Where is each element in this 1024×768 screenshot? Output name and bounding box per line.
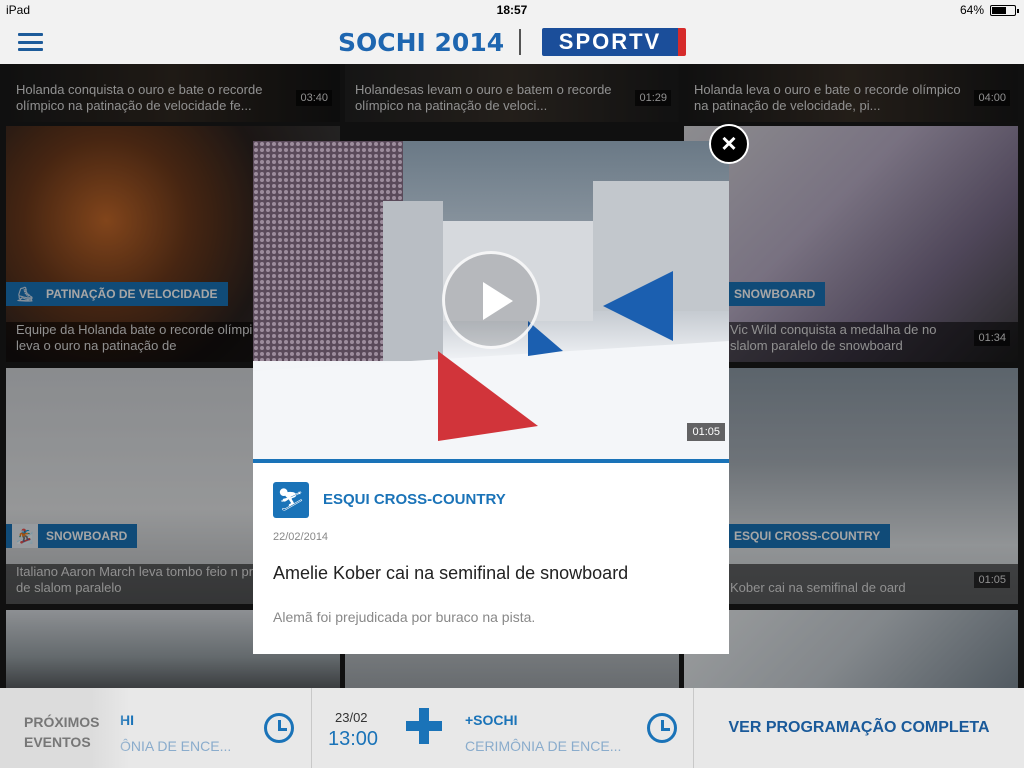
app-header: SOCHI 2014 SPORTV [0, 20, 1024, 64]
event-subtitle: CERIMÔNIA DE ENCE... [465, 738, 622, 754]
event-title[interactable]: +SOCHI [465, 712, 518, 728]
clock-icon[interactable] [647, 713, 677, 743]
proximos-text: PRÓXIMOS EVENTOS [24, 714, 100, 750]
close-button[interactable]: × [709, 124, 749, 164]
event-time: 13:00 [328, 728, 379, 750]
video-modal: 01:05 ⛷ ESQUI CROSS-COUNTRY 22/02/2014 A… [253, 141, 729, 654]
clock-icon[interactable] [264, 713, 294, 743]
event-date: 23/02 [335, 710, 368, 725]
video-divider [253, 459, 729, 463]
sochi-logo: SOCHI 2014 [338, 28, 505, 57]
divider [311, 688, 312, 768]
play-button[interactable] [442, 251, 540, 349]
ver-programacao-button[interactable]: VER PROGRAMAÇÃO COMPLETA [694, 688, 1024, 768]
status-right: 64% [959, 3, 1019, 17]
menu-icon[interactable] [18, 33, 43, 51]
status-bar: iPad 18:57 64% [0, 0, 1024, 20]
cross-country-ski-icon: ⛷ [273, 482, 309, 518]
video-player[interactable]: 01:05 [253, 141, 729, 459]
video-duration: 01:05 [687, 423, 725, 441]
modal-description: Alemã foi prejudicada por buraco na pist… [273, 609, 536, 625]
logo-divider [519, 29, 521, 55]
modal-date: 22/02/2014 [273, 531, 329, 543]
battery-icon [990, 4, 1019, 16]
sportv-logo: SPORTV [542, 28, 686, 56]
event-subtitle-partial: ÔNIA DE ENCE... [120, 738, 232, 754]
proximos-eventos-label: PRÓXIMOS EVENTOS [0, 688, 130, 768]
modal-title: Amelie Kober cai na semifinal de snowboa… [273, 563, 629, 583]
plus-icon [406, 708, 442, 744]
clock: 18:57 [496, 3, 528, 17]
events-bar: HI ÔNIA DE ENCE... PRÓXIMOS EVENTOS 23/0… [0, 688, 1024, 768]
modal-sport: ESQUI CROSS-COUNTRY [323, 491, 506, 508]
battery-percent: 64% [959, 3, 984, 17]
